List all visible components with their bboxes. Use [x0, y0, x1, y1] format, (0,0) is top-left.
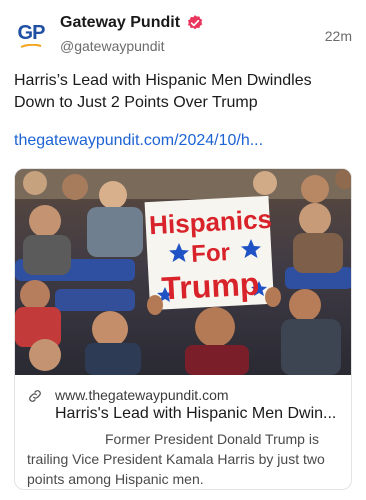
avatar[interactable]: GP	[12, 14, 50, 52]
card-title[interactable]: Harris's Lead with Hispanic Men Dwin...	[55, 405, 336, 423]
sign-line-2: For	[191, 239, 231, 268]
verified-badge-icon	[187, 15, 203, 30]
card-meta: www.thegatewaypundit.com Harris's Lead w…	[15, 375, 351, 489]
sign-line-3: Trump	[161, 265, 261, 306]
card-description: Former President Donald Trump is trailin…	[27, 431, 325, 487]
link-icon	[29, 390, 41, 402]
timestamp: 22m	[324, 28, 352, 44]
name-row: Gateway Pundit	[60, 14, 204, 32]
post-header: GP Gateway Pundit @gatewaypundit 22m	[12, 10, 354, 56]
display-name[interactable]: Gateway Pundit	[60, 14, 180, 32]
handle[interactable]: @gatewaypundit	[60, 38, 165, 54]
post-link[interactable]: thegatewaypundit.com/2024/10/h...	[14, 132, 263, 150]
avatar-swoosh-icon	[20, 44, 42, 48]
card-image[interactable]: HispanicsForTrump	[15, 169, 352, 375]
post-text: Harris’s Lead with Hispanic Men Dwindles…	[14, 72, 312, 111]
sign-line-1: Hispanics	[148, 204, 272, 240]
avatar-logo-text: GP	[17, 21, 46, 44]
card-domain: www.thegatewaypundit.com	[55, 387, 229, 403]
link-preview-card[interactable]: Hispanics For Trump www.thegatewaypundit.c…	[14, 168, 352, 490]
